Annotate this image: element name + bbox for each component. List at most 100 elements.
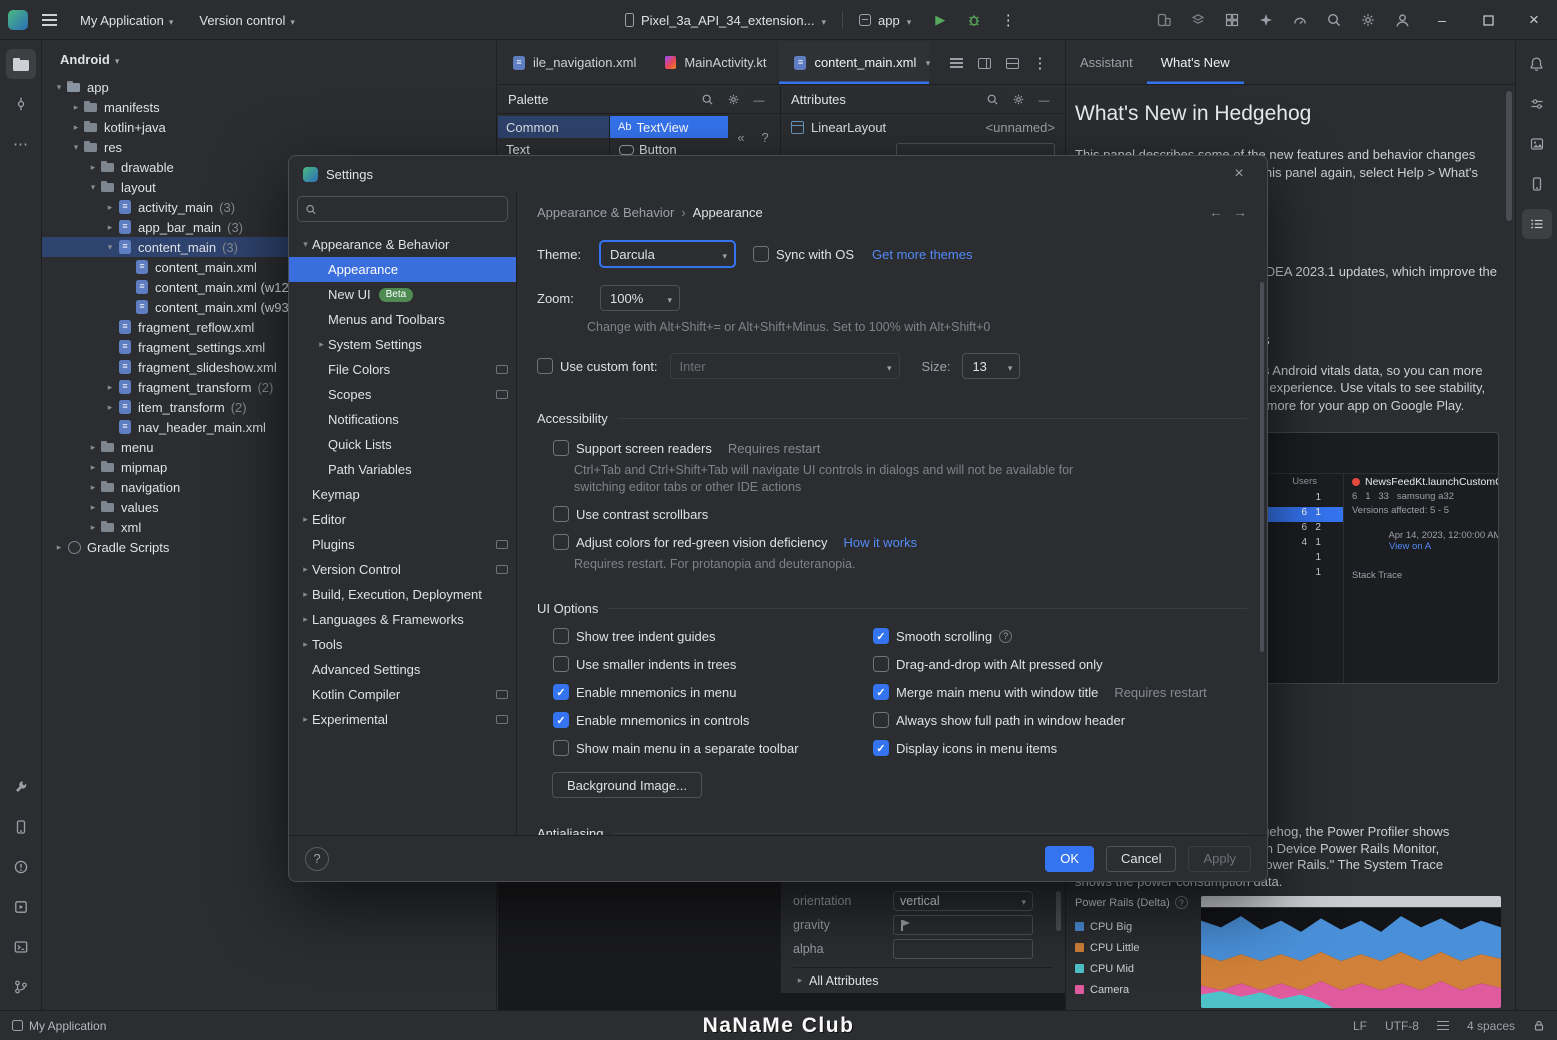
settings-search[interactable] [297,196,508,222]
project-tree-item[interactable]: ▾ app [42,77,496,97]
pair-devices-button[interactable] [1149,5,1179,35]
tree-chevron-icon[interactable]: ▸ [315,339,328,350]
zoom-select[interactable]: 100% [600,285,680,311]
services-tool-button[interactable] [6,892,36,922]
background-image-button[interactable]: Background Image... [552,772,702,798]
maximize-button[interactable] [1465,0,1511,40]
settings-tree-item[interactable]: ▾ Appearance & Behavior [289,232,516,257]
settings-tree-item[interactable]: Keymap [289,482,516,507]
settings-tree-item[interactable]: File Colors [289,357,516,382]
back-button[interactable] [1209,204,1223,220]
layout-inspector-button[interactable] [1217,5,1247,35]
editor-menu-button[interactable] [1027,50,1053,76]
help-button[interactable] [754,126,776,148]
checkbox[interactable] [873,656,889,672]
cancel-button[interactable]: Cancel [1106,846,1176,872]
scrollbar[interactable] [1260,282,1264,652]
editor-layout-button[interactable] [999,50,1025,76]
tree-chevron-icon[interactable]: ▸ [103,202,117,213]
commit-tool-button[interactable] [6,89,36,119]
contrast-scrollbars-checkbox[interactable] [553,506,569,522]
tree-chevron-icon[interactable]: ▸ [103,382,117,393]
settings-tree-item[interactable]: ▸ Editor [289,507,516,532]
tree-chevron-icon[interactable]: ▾ [52,82,66,93]
font-size-select[interactable]: 13 [962,353,1020,379]
attributes-hide-button[interactable] [1033,89,1055,111]
main-menu-button[interactable] [34,5,64,35]
dialog-help-button[interactable] [305,847,329,871]
palette-item[interactable]: Ab TextView [610,116,728,138]
apply-button[interactable]: Apply [1188,846,1251,872]
more-actions-button[interactable] [993,5,1023,35]
debug-button[interactable] [959,5,989,35]
palette-category[interactable]: Common [498,116,609,138]
ok-button[interactable]: OK [1045,846,1094,872]
forward-button[interactable] [1233,204,1247,220]
build-variants-button[interactable] [1522,89,1552,119]
tree-chevron-icon[interactable]: ▸ [52,542,66,553]
ai-assistant-button[interactable] [1251,5,1281,35]
layers-button[interactable] [1183,5,1213,35]
project-view-selector[interactable]: Android [56,44,123,74]
project-tool-button[interactable] [6,49,36,79]
colorblind-checkbox[interactable] [553,534,569,550]
minimize-button[interactable] [1419,0,1465,40]
ui-option-row[interactable]: Merge main menu with window title Requir… [873,684,1207,700]
line-separator-widget[interactable]: LF [1353,1019,1367,1033]
ui-option-row[interactable]: Drag-and-drop with Alt pressed only [873,656,1207,672]
tree-chevron-icon[interactable]: ▸ [86,522,100,533]
dialog-title-bar[interactable]: Settings [289,156,1267,192]
assistant-tab[interactable]: Assistant [1066,41,1147,84]
account-button[interactable] [1387,5,1417,35]
checkbox[interactable] [553,712,569,728]
status-project[interactable]: My Application [12,1019,106,1033]
profiler-button[interactable] [1285,5,1315,35]
collapse-panel-button[interactable] [730,126,752,148]
ui-option-row[interactable]: Enable mnemonics in controls [553,712,873,728]
view-on-link[interactable]: View on A [1389,541,1431,552]
tree-chevron-icon[interactable]: ▸ [299,589,312,600]
indent-widget[interactable]: 4 spaces [1467,1019,1515,1033]
hidden-tabs-button[interactable] [915,50,941,76]
checkbox[interactable] [873,628,889,644]
search-button[interactable] [1319,5,1349,35]
ui-option-row[interactable]: Always show full path in window header [873,712,1207,728]
settings-tree-item[interactable]: Menus and Toolbars [289,307,516,332]
how-it-works-link[interactable]: How it works [843,535,917,550]
tree-chevron-icon[interactable]: ▾ [86,182,100,193]
ui-option-row[interactable]: Use smaller indents in trees [553,656,873,672]
tree-chevron-icon[interactable]: ▸ [299,514,312,525]
attributes-search-button[interactable] [981,89,1003,111]
dialog-close-button[interactable] [1225,160,1253,188]
settings-tree-item[interactable]: Appearance [289,257,516,282]
settings-tree-item[interactable]: ▸ Experimental [289,707,516,732]
font-family-select[interactable]: Inter [670,353,900,379]
project-tree-item[interactable]: ▸ kotlin+java [42,117,496,137]
settings-tree-item[interactable]: Path Variables [289,457,516,482]
tree-chevron-icon[interactable]: ▸ [69,122,83,133]
theme-select[interactable]: Darcula [600,241,735,267]
settings-tree-item[interactable]: Kotlin Compiler [289,682,516,707]
settings-tree-item[interactable]: ▸ Tools [289,632,516,657]
menu-version-control[interactable]: Version control [189,5,305,35]
tree-chevron-icon[interactable]: ▸ [299,564,312,575]
colorblind-row[interactable]: Adjust colors for red-green vision defic… [553,534,1247,550]
component-row[interactable]: LinearLayout <unnamed> [781,114,1065,140]
contrast-scrollbars-row[interactable]: Use contrast scrollbars [553,506,1247,522]
menu-my-application[interactable]: My Application [70,5,183,35]
checkbox[interactable] [873,740,889,756]
scrollbar[interactable] [1506,91,1512,221]
version-control-tool-button[interactable] [6,972,36,1002]
running-devices-button[interactable] [1522,169,1552,199]
close-button[interactable] [1511,0,1557,40]
screen-readers-row[interactable]: Support screen readers Requires restart [553,440,1247,456]
checkbox[interactable] [553,628,569,644]
settings-tree-item[interactable]: Scopes [289,382,516,407]
palette-settings-button[interactable] [722,89,744,111]
settings-tree-item[interactable]: ▸ Languages & Frameworks [289,607,516,632]
build-tool-button[interactable] [6,772,36,802]
tree-chevron-icon[interactable]: ▸ [86,502,100,513]
screen-readers-checkbox[interactable] [553,440,569,456]
sync-with-os-checkbox[interactable] [753,246,769,262]
palette-search-button[interactable] [696,89,718,111]
